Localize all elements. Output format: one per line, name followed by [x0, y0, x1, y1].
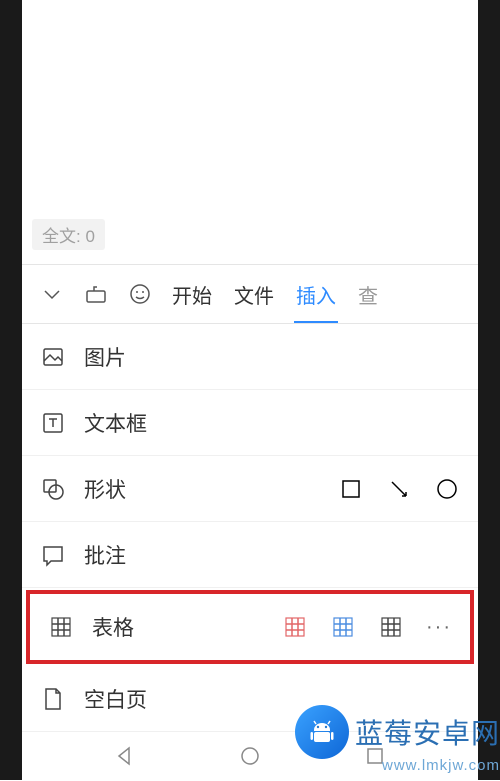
source-watermark: 蓝莓安卓网 www.lmkjw.com: [295, 705, 500, 774]
word-count-badge: 全文: 0: [32, 219, 105, 250]
editor-toolbar: 开始 文件 插入 查: [22, 264, 478, 324]
square-icon: [339, 477, 363, 501]
nav-back-button[interactable]: [100, 731, 150, 781]
watermark-subtitle: www.lmkjw.com: [382, 757, 500, 774]
arrow-line-icon: [387, 477, 411, 501]
triangle-back-icon: [114, 745, 136, 767]
more-icon: ···: [426, 616, 452, 639]
insert-table-label: 表格: [92, 612, 280, 642]
tab-partial[interactable]: 查: [358, 265, 378, 323]
insert-table[interactable]: 表格 ···: [30, 594, 470, 660]
grid-red-icon: [283, 615, 307, 639]
word-count-value: 0: [85, 227, 94, 246]
watermark-logo: [295, 705, 349, 759]
table-more-button[interactable]: ···: [424, 612, 454, 642]
shape-quick-options: [336, 474, 462, 504]
textbox-icon: [38, 408, 68, 438]
nav-home-button[interactable]: [225, 731, 275, 781]
keyboard-button[interactable]: [74, 272, 118, 316]
insert-menu: 图片 文本框 形状: [22, 324, 478, 732]
table-icon: [46, 612, 76, 642]
page-icon: [38, 684, 68, 714]
word-count-label: 全文:: [42, 227, 85, 246]
table-style-black[interactable]: [376, 612, 406, 642]
insert-table-highlight: 表格 ···: [26, 590, 474, 664]
tab-start[interactable]: 开始: [172, 265, 212, 323]
insert-image-label: 图片: [84, 342, 462, 372]
tab-insert[interactable]: 插入: [296, 265, 336, 323]
chevron-down-icon: [40, 282, 64, 306]
emoji-button[interactable]: [118, 272, 162, 316]
insert-textbox-label: 文本框: [84, 408, 462, 438]
circle-icon: [435, 477, 459, 501]
insert-textbox[interactable]: 文本框: [22, 390, 478, 456]
keyboard-icon: [83, 281, 109, 307]
emoji-icon: [127, 281, 153, 307]
insert-comment-label: 批注: [84, 540, 462, 570]
document-canvas[interactable]: 全文: 0: [22, 0, 478, 264]
insert-shape[interactable]: 形状: [22, 456, 478, 522]
table-style-options: ···: [280, 612, 454, 642]
insert-image[interactable]: 图片: [22, 324, 478, 390]
image-icon: [38, 342, 68, 372]
grid-black-icon: [379, 615, 403, 639]
table-style-blue[interactable]: [328, 612, 358, 642]
collapse-button[interactable]: [30, 272, 74, 316]
comment-icon: [38, 540, 68, 570]
android-icon: [306, 716, 338, 748]
tab-file[interactable]: 文件: [234, 265, 274, 323]
insert-comment[interactable]: 批注: [22, 522, 478, 588]
table-style-red[interactable]: [280, 612, 310, 642]
shape-line-button[interactable]: [384, 474, 414, 504]
watermark-title: 蓝莓安卓网: [355, 712, 500, 752]
grid-blue-icon: [331, 615, 355, 639]
shape-circle-button[interactable]: [432, 474, 462, 504]
shape-rect-button[interactable]: [336, 474, 366, 504]
insert-shape-label: 形状: [84, 474, 336, 504]
shape-icon: [38, 474, 68, 504]
circle-home-icon: [239, 745, 261, 767]
